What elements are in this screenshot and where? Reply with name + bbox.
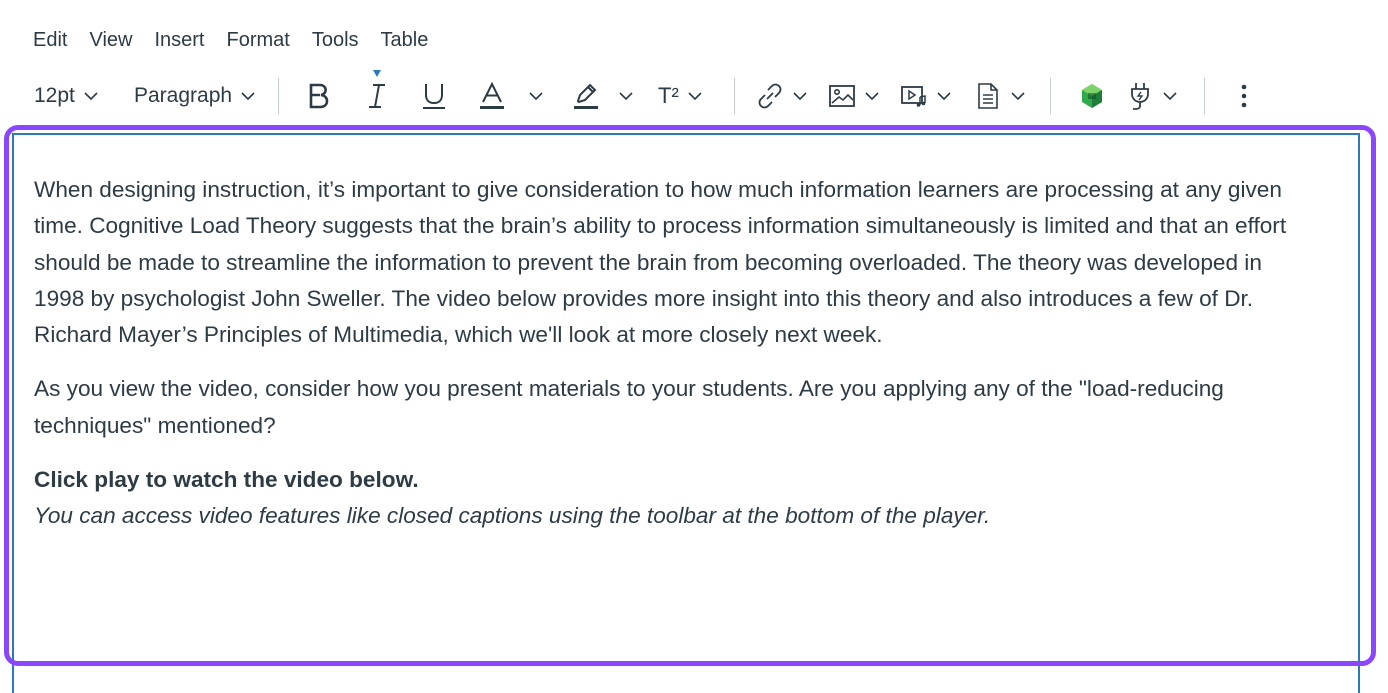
chevron-down-icon <box>793 92 807 101</box>
video-instruction-italic: You can access video features like close… <box>34 503 991 529</box>
block-format-value: Paragraph <box>134 84 233 107</box>
more-icon <box>1241 84 1247 108</box>
paragraph-intro: When designing instruction, it’s importa… <box>34 177 1287 348</box>
menu-format[interactable]: Format <box>216 25 301 56</box>
menu-table[interactable]: Table <box>370 25 440 56</box>
menu-insert[interactable]: Insert <box>143 25 215 56</box>
menu-view[interactable]: View <box>78 25 143 56</box>
apps-button[interactable] <box>1078 76 1106 116</box>
font-size-value: 12pt <box>34 84 75 107</box>
chevron-down-icon <box>241 92 255 101</box>
link-icon <box>758 83 782 109</box>
document-button[interactable] <box>974 76 1026 116</box>
chevron-down-icon <box>688 92 702 101</box>
chevron-down-icon <box>84 92 98 101</box>
text-color-icon <box>480 81 504 109</box>
link-button[interactable] <box>756 76 808 116</box>
media-icon <box>901 86 926 107</box>
chevron-down-icon <box>619 92 633 101</box>
bold-icon <box>309 83 329 109</box>
toolbar-divider <box>734 78 735 114</box>
paragraph-question: As you view the video, consider how you … <box>34 376 1224 438</box>
editor-toolbar: 12pt Paragraph T² <box>0 70 1388 122</box>
chevron-down-icon <box>937 92 951 101</box>
video-instruction-bold: Click play to watch the video below. <box>34 467 419 493</box>
superscript-button[interactable]: T² <box>658 76 703 116</box>
underline-button[interactable] <box>420 76 448 116</box>
italic-icon <box>369 84 385 108</box>
plugin-icon <box>1131 83 1149 110</box>
superscript-icon: T² <box>658 83 679 108</box>
toolbar-divider <box>1050 78 1051 114</box>
menu-tools[interactable]: Tools <box>301 25 370 56</box>
bold-button[interactable] <box>306 76 332 116</box>
image-icon <box>829 85 855 107</box>
block-format-select[interactable]: Paragraph <box>134 76 256 116</box>
toolbar-divider <box>1204 78 1205 114</box>
text-color-button[interactable] <box>478 76 544 116</box>
chevron-down-icon <box>529 92 543 101</box>
chevron-down-icon <box>865 92 879 101</box>
menubar: Edit View Insert Format Tools Table <box>0 24 439 56</box>
editor-content[interactable]: When designing instruction, it’s importa… <box>34 172 1294 535</box>
chevron-down-icon <box>1011 92 1025 101</box>
chevron-down-icon <box>1163 92 1177 101</box>
toolbar-divider <box>278 78 279 114</box>
highlight-icon <box>574 83 598 109</box>
font-size-select[interactable]: 12pt <box>34 76 99 116</box>
italic-button[interactable] <box>364 76 390 116</box>
underline-icon <box>423 84 445 109</box>
menu-edit[interactable]: Edit <box>22 25 78 56</box>
document-icon <box>978 83 998 109</box>
image-button[interactable] <box>828 76 880 116</box>
highlight-button[interactable] <box>572 76 634 116</box>
apps-icon <box>1082 84 1102 108</box>
more-options-button[interactable] <box>1236 76 1252 116</box>
media-button[interactable] <box>900 76 952 116</box>
plugin-button[interactable] <box>1126 76 1178 116</box>
